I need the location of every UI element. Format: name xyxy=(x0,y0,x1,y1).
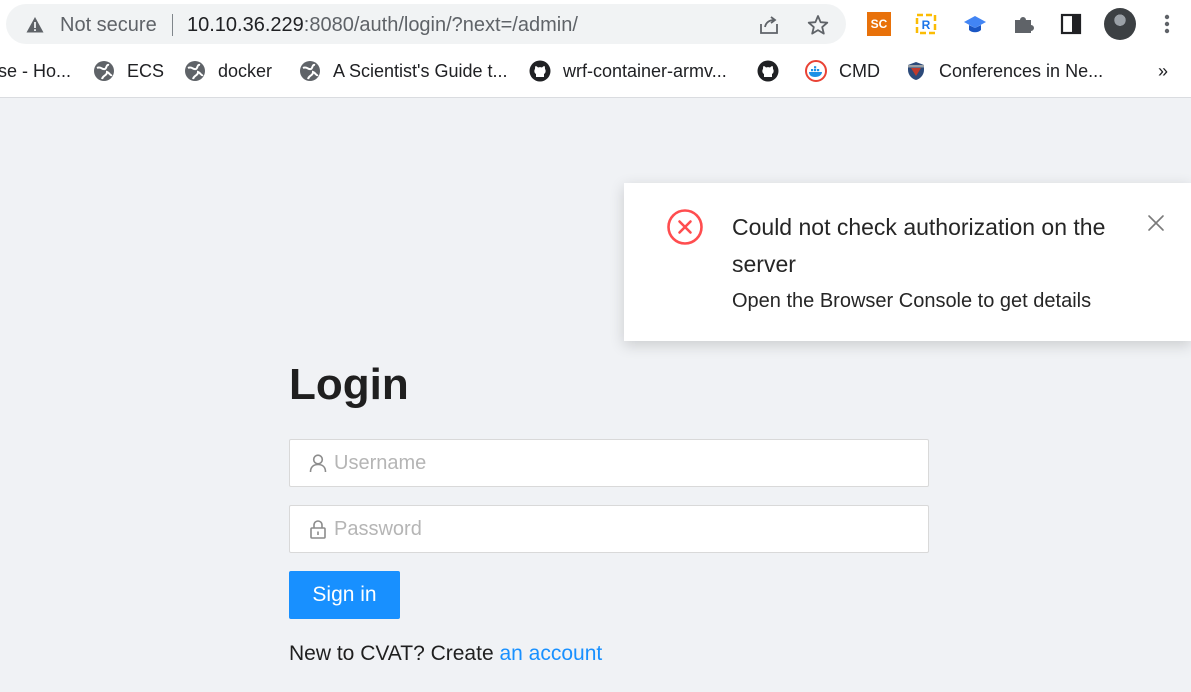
github-icon xyxy=(529,60,551,82)
create-account-text: New to CVAT? Create an account xyxy=(289,642,602,666)
error-notification: Could not check authorization on the ser… xyxy=(624,183,1191,341)
star-bookmark-icon[interactable] xyxy=(807,14,829,36)
error-circle-icon xyxy=(667,209,703,245)
create-account-link[interactable]: an account xyxy=(499,642,602,665)
url-text[interactable]: 10.10.36.229:8080/auth/login/?next=/admi… xyxy=(187,14,578,37)
notification-title: Could not check authorization on the ser… xyxy=(732,214,1106,277)
sc-extension-icon[interactable]: SC xyxy=(867,12,891,36)
url-path: :8080/auth/login/?next=/admin/ xyxy=(303,14,578,36)
bookmark-item[interactable]: Conferences in Ne... xyxy=(905,56,1103,86)
menu-kebab-icon[interactable] xyxy=(1155,12,1179,36)
graduation-cap-icon[interactable] xyxy=(963,12,987,36)
bookmark-item[interactable]: docker xyxy=(184,56,272,86)
more-bookmarks-label: » xyxy=(1158,60,1169,81)
shield-icon xyxy=(908,62,924,80)
bookmark-item[interactable]: ECS xyxy=(93,56,164,86)
bookmark-label: se - Ho... xyxy=(0,60,72,81)
bookmark-item[interactable] xyxy=(757,56,791,86)
create-account-prefix: New to CVAT? Create xyxy=(289,642,500,665)
globe-icon xyxy=(185,61,205,81)
username-field[interactable] xyxy=(289,439,929,487)
bookmark-label: A Scientist's Guide t... xyxy=(333,60,508,81)
bookmark-item[interactable]: CMD xyxy=(805,56,880,86)
url-host: 10.10.36.229 xyxy=(187,14,304,36)
browser-chrome: Not secure 10.10.36.229:8080/auth/login/… xyxy=(0,0,1191,98)
user-icon xyxy=(309,454,327,473)
bookmark-label: CMD xyxy=(839,60,880,81)
extensions-puzzle-icon[interactable] xyxy=(1011,12,1035,36)
share-icon[interactable] xyxy=(758,14,780,36)
bookmarks-bar: se - Ho... ECS docker A Scientist's Guid… xyxy=(0,56,1191,86)
omnibox-divider xyxy=(172,14,173,36)
docker-icon xyxy=(805,60,827,82)
security-label[interactable]: Not secure xyxy=(60,14,157,37)
login-title: Login xyxy=(289,360,409,409)
bookmark-item[interactable]: A Scientist's Guide t... xyxy=(299,56,508,86)
bookmark-label: wrf-container-armv... xyxy=(563,60,727,81)
sign-in-button[interactable]: Sign in xyxy=(289,571,400,619)
warning-icon[interactable] xyxy=(26,16,44,34)
password-input[interactable] xyxy=(334,506,914,552)
bookmark-item[interactable]: wrf-container-armv... xyxy=(529,56,727,86)
notification-description: Open the Browser Console to get details xyxy=(732,290,1092,312)
username-input[interactable] xyxy=(334,440,914,486)
r-extension-icon[interactable]: R xyxy=(914,12,938,36)
bookmark-label: Conferences in Ne... xyxy=(939,60,1104,81)
svg-text:R: R xyxy=(922,18,931,32)
profile-avatar[interactable] xyxy=(1104,8,1136,40)
globe-icon xyxy=(300,61,320,81)
bookmark-item[interactable]: se - Ho... xyxy=(0,56,71,86)
lock-icon xyxy=(310,520,326,539)
password-field[interactable] xyxy=(289,505,929,553)
bookmark-label: docker xyxy=(218,60,273,81)
more-bookmarks-button[interactable]: » xyxy=(1158,56,1168,86)
close-icon[interactable] xyxy=(1147,214,1165,232)
bookmark-label: ECS xyxy=(127,60,165,81)
github-icon xyxy=(757,60,779,82)
globe-icon xyxy=(94,61,114,81)
side-panel-icon[interactable] xyxy=(1059,12,1083,36)
address-bar[interactable]: Not secure 10.10.36.229:8080/auth/login/… xyxy=(6,4,846,44)
